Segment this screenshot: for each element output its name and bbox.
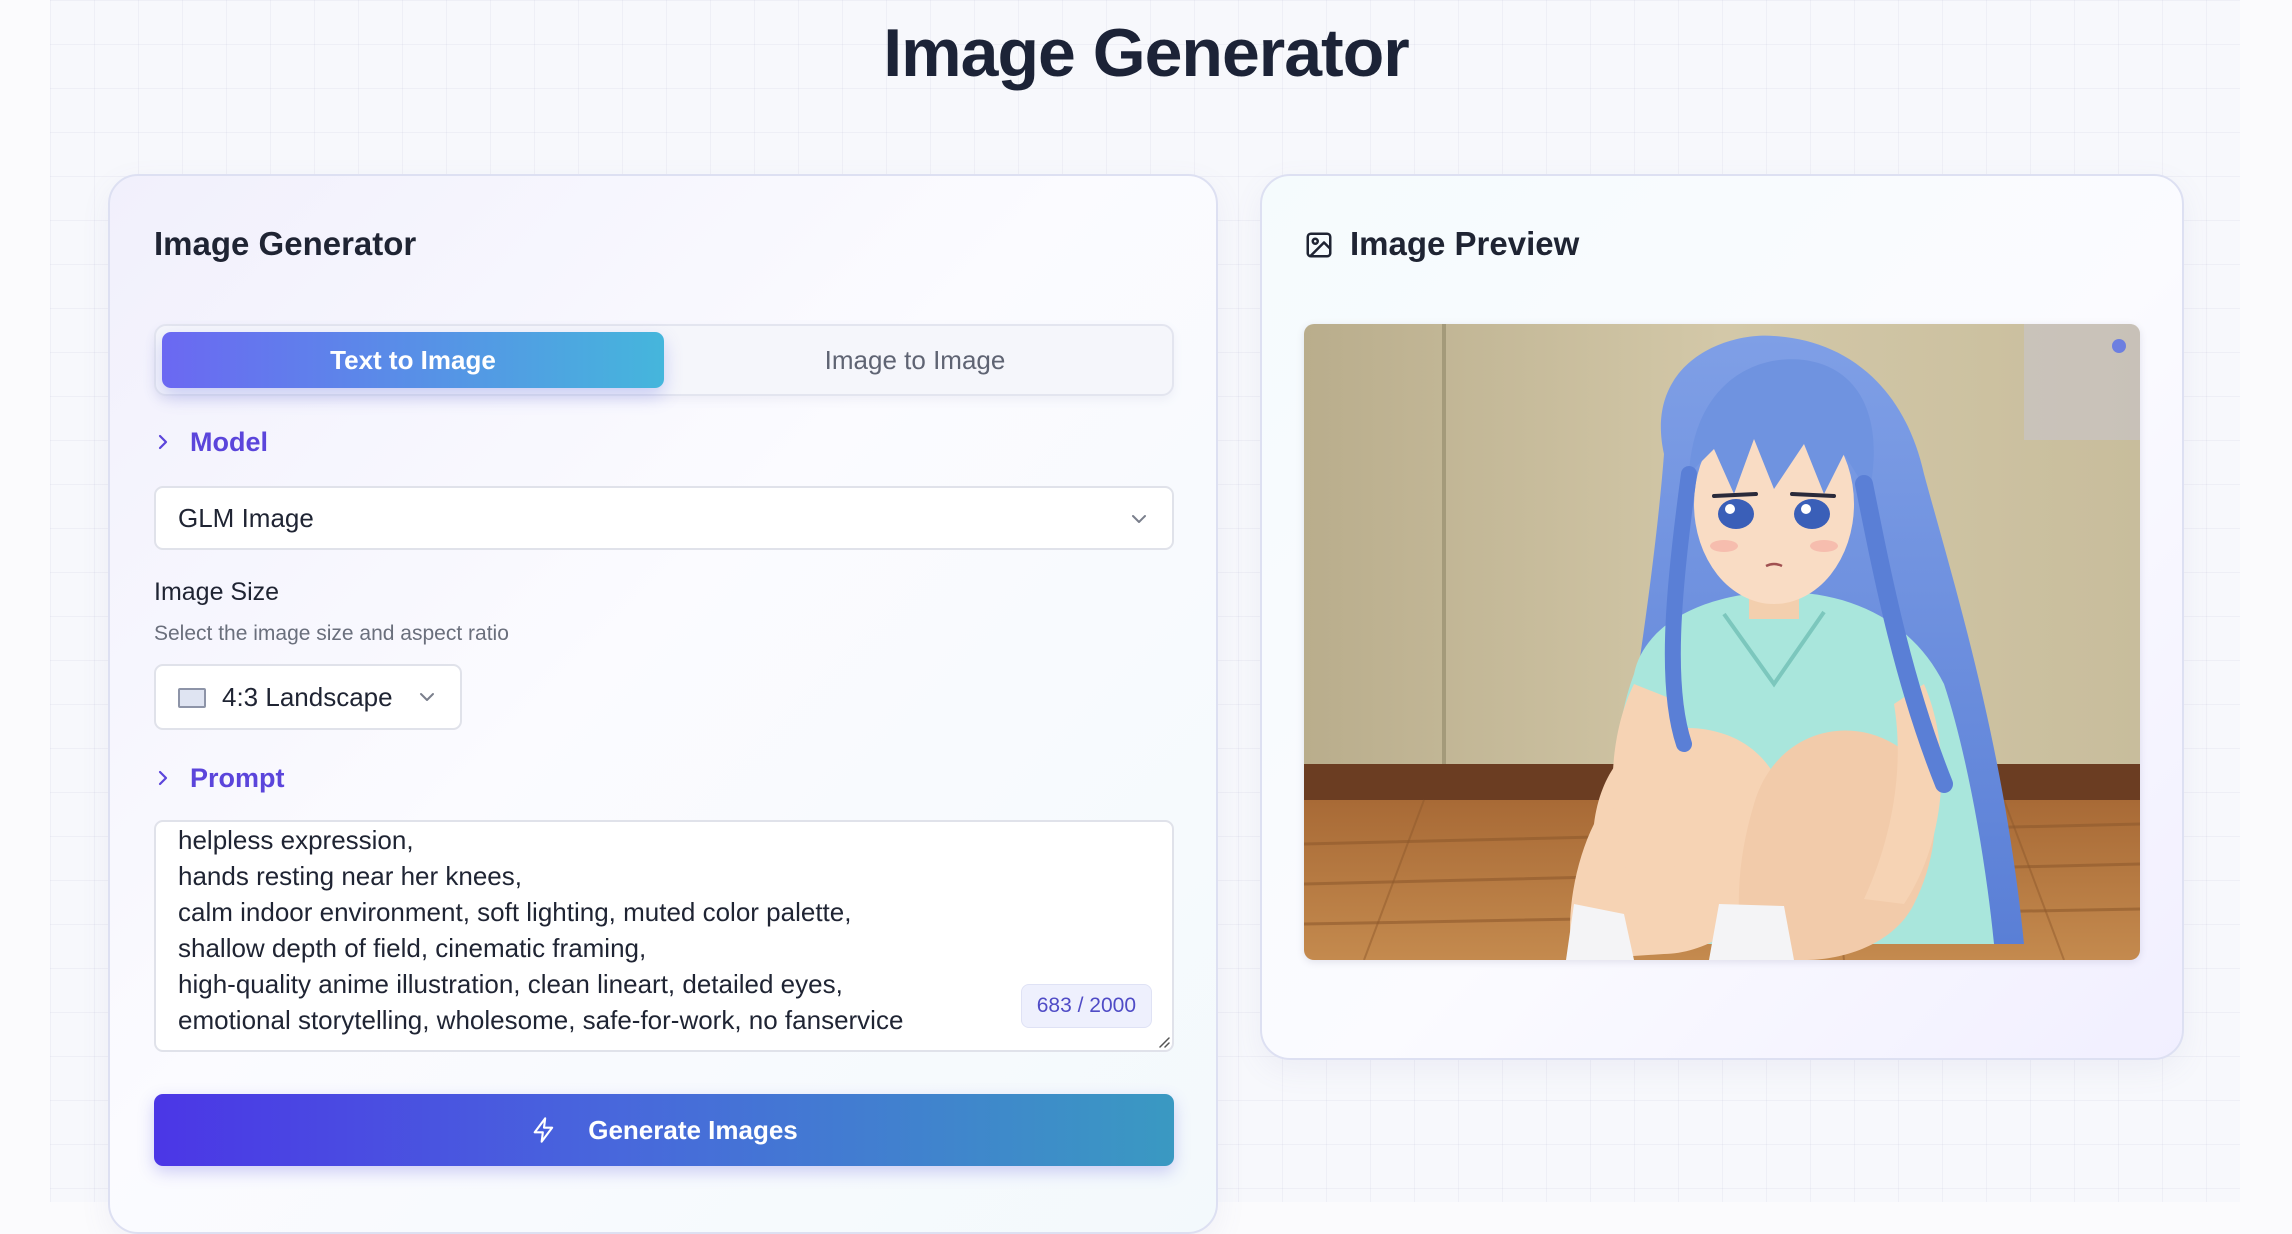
prompt-section-label: Prompt — [190, 762, 285, 793]
model-select-value: GLM Image — [178, 503, 314, 533]
generate-images-label: Generate Images — [588, 1114, 798, 1145]
chevron-down-icon — [1132, 515, 1146, 523]
image-size-label: Image Size — [154, 578, 280, 606]
chevron-right-icon — [158, 770, 168, 786]
tab-text-to-image[interactable]: Text to Image — [162, 332, 664, 388]
prompt-textarea[interactable]: helpless expression, hands resting near … — [154, 820, 1174, 1052]
chevron-down-icon — [420, 693, 434, 701]
lightning-icon — [533, 1117, 554, 1143]
image-size-select[interactable]: 4:3 Landscape — [154, 664, 462, 730]
chevron-right-icon — [158, 434, 168, 450]
aspect-ratio-icon — [178, 688, 206, 708]
preview-panel-title: Image Preview — [1350, 225, 1580, 262]
generator-panel: Image Generator Text to Image Image to I… — [108, 174, 1218, 1234]
prompt-line: calm indoor environment, soft lighting, … — [178, 897, 852, 927]
prompt-line: emotional storytelling, wholesome, safe-… — [178, 1005, 904, 1035]
model-section-label: Model — [190, 426, 268, 457]
mode-tabs: Text to Image Image to Image — [154, 324, 1174, 396]
prompt-line: hands resting near her knees, — [178, 861, 522, 891]
prompt-line: high-quality anime illustration, clean l… — [178, 969, 843, 999]
image-icon — [1306, 232, 1332, 258]
anime-girl-illustration — [1304, 324, 2140, 960]
prompt-section-toggle[interactable]: Prompt — [154, 758, 285, 798]
prompt-text: helpless expression, hands resting near … — [178, 822, 903, 1038]
generate-images-button[interactable]: Generate Images — [154, 1094, 1174, 1166]
image-size-value: 4:3 Landscape — [222, 682, 393, 712]
image-size-description: Select the image size and aspect ratio — [154, 622, 509, 645]
tab-image-to-image[interactable]: Image to Image — [664, 332, 1166, 388]
prompt-line: helpless expression, — [178, 825, 414, 855]
model-select[interactable]: GLM Image — [154, 486, 1174, 550]
character-counter: 683 / 2000 — [1020, 984, 1152, 1028]
resize-handle-icon[interactable] — [1156, 1034, 1170, 1048]
preview-panel: Image Preview — [1260, 174, 2184, 1060]
model-section-toggle[interactable]: Model — [154, 422, 268, 462]
prompt-line: shallow depth of field, cinematic framin… — [178, 933, 647, 963]
generated-image — [1304, 324, 2140, 960]
generator-panel-title: Image Generator — [154, 225, 417, 262]
page-title: Image Generator — [883, 15, 1409, 91]
